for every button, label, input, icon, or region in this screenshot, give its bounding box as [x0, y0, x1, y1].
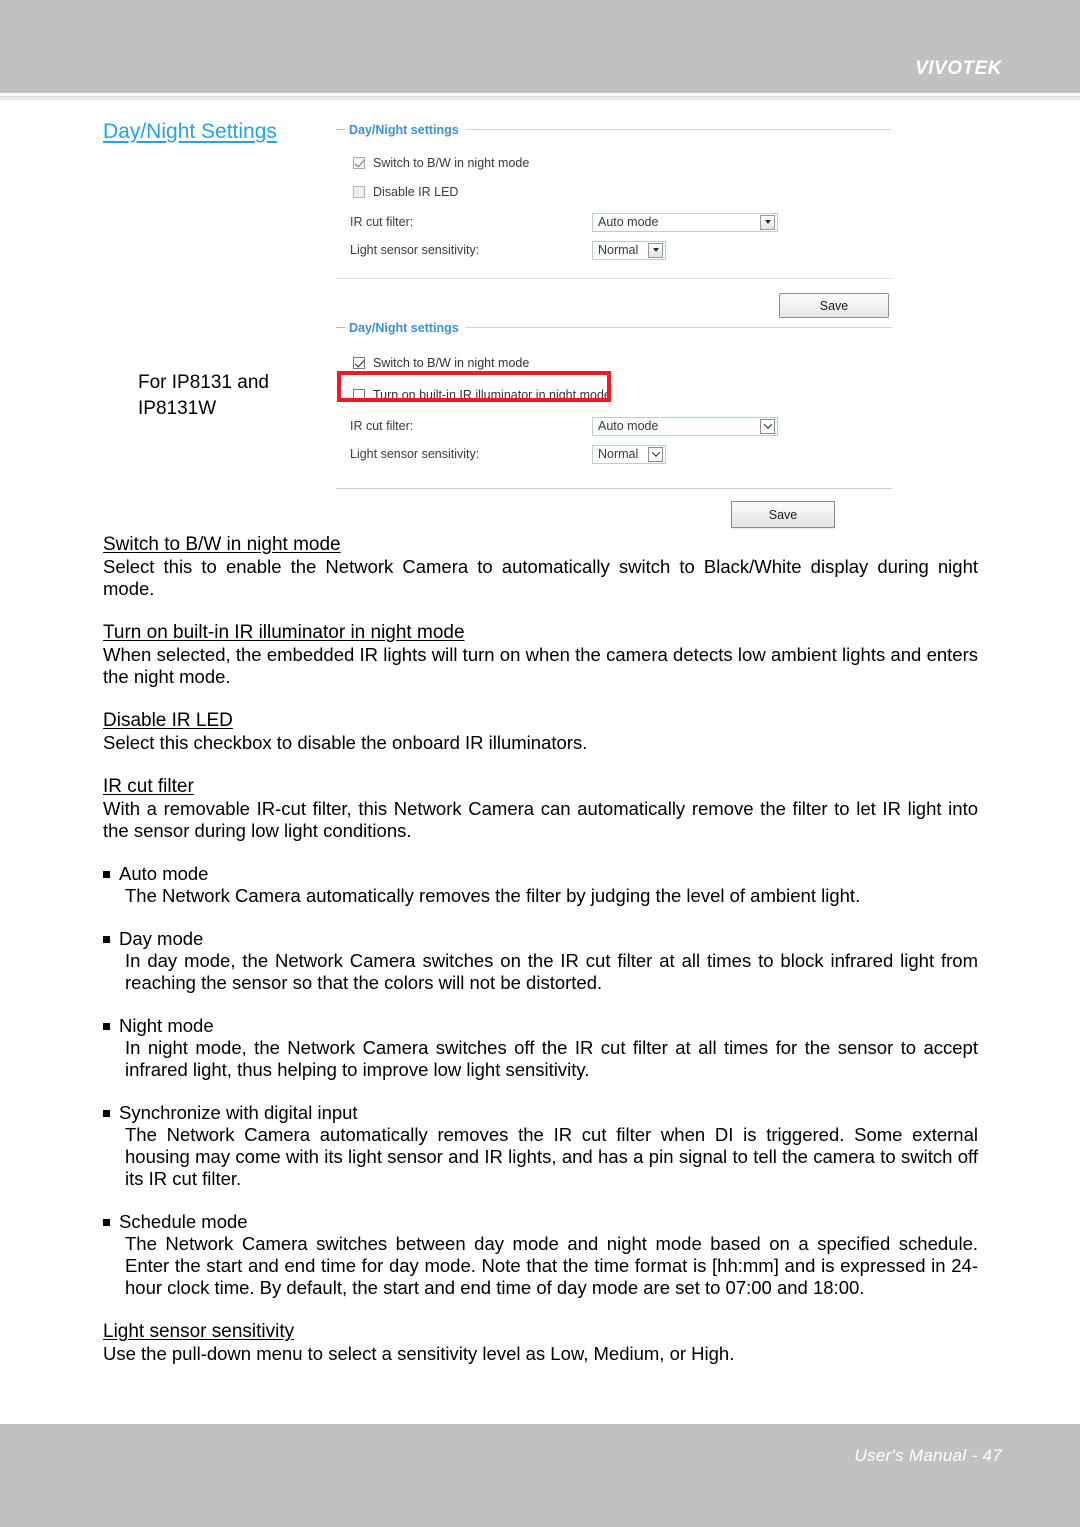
bullet-body: In night mode, the Network Camera switch… — [125, 1037, 978, 1080]
doc-section: Disable IR LED Select this checkbox to d… — [103, 709, 978, 754]
checkbox-switch-bw-label: Switch to B/W in night mode — [373, 356, 530, 370]
bullet-heading: Synchronize with digital input — [103, 1102, 978, 1124]
panel-legend: Day/Night settings — [336, 120, 892, 139]
square-bullet-icon — [103, 936, 110, 943]
vivotek-logo: VIVOTEK — [915, 58, 1002, 79]
bullet-title: Synchronize with digital input — [119, 1102, 358, 1123]
day-night-settings-panel-2: Day/Night settings Switch to B/W in nigh… — [336, 318, 892, 528]
panel-actions: Save — [336, 489, 892, 528]
doc-section-body: Select this to enable the Network Camera… — [103, 556, 978, 599]
bullet-title: Day mode — [119, 928, 204, 949]
doc-section-body: When selected, the embedded IR lights wi… — [103, 644, 978, 687]
save-button[interactable]: Save — [731, 501, 835, 528]
panel-actions: Save — [336, 279, 892, 318]
bullet-title: Night mode — [119, 1015, 214, 1036]
light-sensor-sensitivity-value: Normal — [598, 447, 639, 461]
square-bullet-icon — [103, 1023, 110, 1030]
bullet-heading: Auto mode — [103, 863, 978, 885]
doc-section: Switch to B/W in night mode Select this … — [103, 533, 978, 600]
doc-section-heading: Disable IR LED — [103, 710, 233, 731]
header-divider — [0, 96, 1080, 100]
bullet-body: The Network Camera switches between day … — [125, 1233, 978, 1298]
ir-cut-filter-label: IR cut filter: — [350, 419, 414, 433]
legend-dash-icon — [336, 327, 345, 328]
checkbox-ir-illuminator-row[interactable]: Turn on built-in IR illuminator in night… — [353, 383, 892, 407]
checkbox-disable-ir-led-row[interactable]: Disable IR LED — [353, 180, 892, 204]
chevron-down-icon[interactable] — [648, 242, 663, 258]
square-bullet-icon — [103, 1110, 110, 1117]
doc-section-heading: IR cut filter — [103, 776, 194, 797]
panel-legend-label: Day/Night settings — [349, 320, 459, 335]
ir-cut-filter-select[interactable]: Auto mode — [592, 416, 778, 436]
ir-cut-filter-row: IR cut filter: Auto mode — [350, 210, 892, 234]
checkbox-switch-bw-row[interactable]: Switch to B/W in night mode — [353, 351, 892, 375]
chevron-down-icon[interactable] — [760, 418, 775, 434]
legend-rule — [465, 327, 892, 328]
doc-section-heading: Switch to B/W in night mode — [103, 534, 341, 555]
bullet-body: The Network Camera automatically removes… — [125, 1124, 978, 1189]
light-sensor-sensitivity-select[interactable]: Normal — [592, 444, 666, 464]
checkbox-ir-illuminator-icon[interactable] — [353, 389, 365, 401]
doc-section: IR cut filter With a removable IR-cut fi… — [103, 775, 978, 842]
square-bullet-icon — [103, 1219, 110, 1226]
list-item: Schedule mode The Network Camera switche… — [103, 1211, 978, 1299]
panel-legend: Day/Night settings — [336, 318, 892, 337]
ir-cut-filter-value: Auto mode — [598, 215, 659, 229]
checkbox-disable-ir-led-icon[interactable] — [353, 186, 365, 198]
ir-cut-filter-select[interactable]: Auto mode — [592, 212, 778, 232]
page-header: VIVOTEK — [0, 0, 1080, 93]
checkbox-switch-bw-row[interactable]: Switch to B/W in night mode — [353, 151, 892, 175]
checkbox-switch-bw-icon[interactable] — [353, 157, 365, 169]
light-sensor-sensitivity-label: Light sensor sensitivity: — [350, 447, 480, 461]
bullet-heading: Schedule mode — [103, 1211, 978, 1233]
light-sensor-sensitivity-row: Light sensor sensitivity: Normal — [350, 238, 892, 262]
bullet-body: In day mode, the Network Camera switches… — [125, 950, 978, 993]
doc-section-heading: Light sensor sensitivity — [103, 1321, 295, 1342]
checkbox-switch-bw-icon[interactable] — [353, 357, 365, 369]
light-sensor-sensitivity-value: Normal — [598, 243, 639, 257]
day-night-settings-panel-1: Day/Night settings Switch to B/W in nigh… — [336, 120, 892, 318]
doc-section-body: Select this checkbox to disable the onbo… — [103, 732, 588, 753]
light-sensor-sensitivity-label: Light sensor sensitivity: — [350, 243, 480, 257]
bullet-heading: Night mode — [103, 1015, 978, 1037]
bullet-body: The Network Camera automatically removes… — [125, 885, 861, 906]
bullet-title: Auto mode — [119, 863, 209, 884]
panel-body: Switch to B/W in night mode Turn on buil… — [336, 337, 892, 466]
ir-cut-filter-label: IR cut filter: — [350, 215, 414, 229]
list-item: Night mode In night mode, the Network Ca… — [103, 1015, 978, 1081]
bullet-heading: Day mode — [103, 928, 978, 950]
footer-page-label: User's Manual - 47 — [854, 1446, 1002, 1465]
panel-legend-label: Day/Night settings — [349, 122, 459, 137]
legend-rule — [465, 129, 892, 130]
doc-section-body: With a removable IR-cut filter, this Net… — [103, 798, 978, 841]
chevron-down-icon[interactable] — [760, 214, 775, 230]
list-item: Synchronize with digital input The Netwo… — [103, 1102, 978, 1190]
save-button[interactable]: Save — [779, 293, 889, 318]
legend-dash-icon — [336, 129, 345, 130]
light-sensor-sensitivity-row: Light sensor sensitivity: Normal — [350, 442, 892, 466]
checkbox-disable-ir-led-label: Disable IR LED — [373, 185, 459, 199]
ir-cut-filter-row: IR cut filter: Auto mode — [350, 414, 892, 438]
bullet-title: Schedule mode — [119, 1211, 248, 1232]
page-title: Day/Night Settings — [103, 120, 277, 143]
ir-cut-filter-value: Auto mode — [598, 419, 659, 433]
panel-body: Switch to B/W in night mode Disable IR L… — [336, 139, 892, 262]
checkbox-ir-illuminator-label: Turn on built-in IR illuminator in night… — [373, 388, 611, 402]
chevron-down-icon[interactable] — [648, 446, 663, 462]
doc-section-heading: Turn on built-in IR illuminator in night… — [103, 622, 465, 643]
manual-body: Switch to B/W in night mode Select this … — [103, 533, 978, 1386]
square-bullet-icon — [103, 871, 110, 878]
page-footer: User's Manual - 47 — [0, 1424, 1080, 1527]
doc-section: Light sensor sensitivity Use the pull-do… — [103, 1320, 978, 1365]
doc-section-body: Use the pull-down menu to select a sensi… — [103, 1343, 735, 1364]
light-sensor-sensitivity-select[interactable]: Normal — [592, 240, 666, 260]
list-item: Auto mode The Network Camera automatical… — [103, 863, 978, 907]
list-item: Day mode In day mode, the Network Camera… — [103, 928, 978, 994]
model-note: For IP8131 and IP8131W — [138, 372, 269, 419]
doc-section: Turn on built-in IR illuminator in night… — [103, 621, 978, 688]
checkbox-switch-bw-label: Switch to B/W in night mode — [373, 156, 530, 170]
